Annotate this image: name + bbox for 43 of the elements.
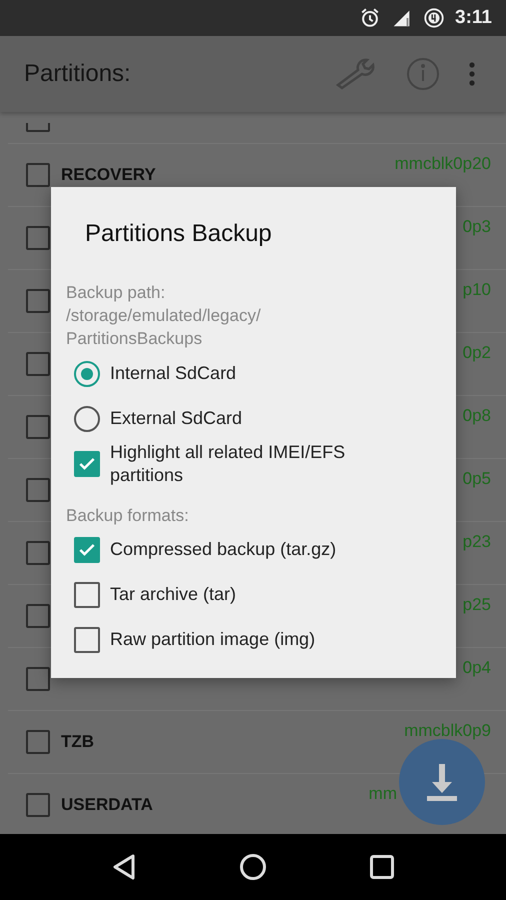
radio-button[interactable] — [74, 406, 100, 432]
option-label: Compressed backup (tar.gz) — [109, 538, 338, 561]
device-name: p10 — [462, 280, 491, 300]
checkbox[interactable] — [26, 163, 50, 187]
radio-button[interactable] — [74, 360, 100, 386]
more-menu-icon[interactable] — [468, 61, 476, 87]
device-name: 0p5 — [462, 469, 491, 489]
device-name: 0p4 — [462, 658, 491, 678]
option-label: Raw partition image (img) — [109, 628, 316, 651]
device-name: 0p2 — [462, 343, 491, 363]
data-saver-icon — [423, 7, 446, 29]
status-time: 3:11 — [455, 7, 492, 29]
back-icon[interactable] — [111, 853, 137, 881]
checkbox[interactable] — [26, 667, 50, 691]
checkbox[interactable] — [26, 793, 50, 817]
device-name: mmcblk0p20 — [394, 154, 491, 174]
backup-path-text: Backup path: /storage/emulated/legacy/ PartitionsBackups — [65, 282, 262, 350]
checkbox[interactable] — [26, 730, 50, 754]
device-name: mmcblk0p9 — [404, 721, 491, 741]
device-name: mm — [368, 784, 397, 804]
option-label: Highlight all related IMEI/EFS partitions — [109, 441, 346, 487]
option-label: Tar archive (tar) — [109, 583, 238, 606]
device-name: p25 — [462, 595, 491, 615]
partition-name: TZB — [61, 732, 96, 752]
alarm-icon — [359, 7, 382, 29]
checkbox[interactable] — [26, 123, 50, 132]
partition-name: RECOVERY — [61, 165, 157, 185]
checkbox[interactable] — [74, 582, 100, 608]
checkbox[interactable] — [74, 626, 100, 652]
partition-name: USERDATA — [61, 795, 154, 815]
home-icon[interactable] — [239, 853, 267, 881]
info-icon[interactable] — [406, 57, 440, 91]
recents-icon[interactable] — [369, 854, 395, 880]
app-title: Partitions: — [24, 60, 132, 88]
checkbox[interactable] — [74, 536, 100, 562]
device-name: p23 — [462, 532, 491, 552]
device-name: 0p3 — [462, 217, 491, 237]
checkbox[interactable] — [74, 451, 100, 477]
device-name: 0p8 — [462, 406, 491, 426]
option-label: Internal SdCard — [109, 362, 238, 385]
dialog-title: Partitions Backup — [85, 219, 273, 249]
option-label: External SdCard — [109, 407, 244, 430]
backup-formats-label: Backup formats: — [65, 505, 190, 527]
